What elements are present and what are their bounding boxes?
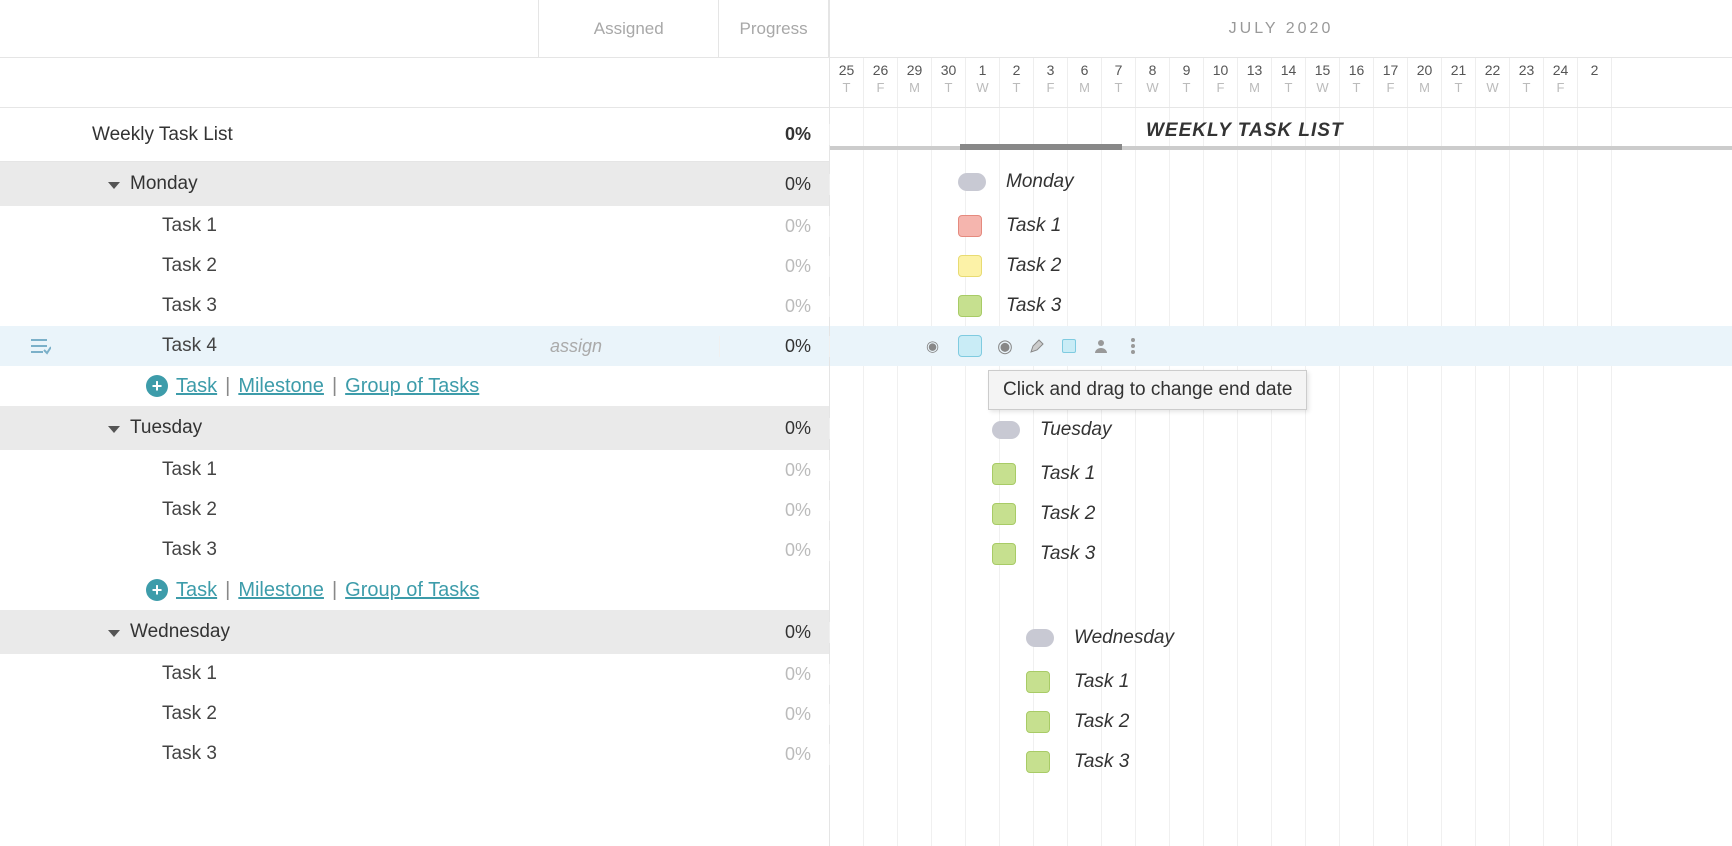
more-vertical-icon[interactable] bbox=[1124, 337, 1142, 355]
add-row: + Task | Milestone | Group of Tasks bbox=[0, 366, 829, 406]
add-group-link[interactable]: Group of Tasks bbox=[345, 375, 479, 398]
timeline-task[interactable]: Task 2 bbox=[830, 494, 1732, 534]
timeline-group-monday[interactable]: Monday bbox=[830, 162, 1732, 202]
day-column: 14T bbox=[1272, 58, 1306, 107]
plus-icon[interactable]: + bbox=[146, 579, 168, 601]
timeline-title-row: WEEKLY TASK LIST bbox=[830, 108, 1732, 162]
day-column: 3F bbox=[1034, 58, 1068, 107]
group-row-tuesday[interactable]: Tuesday 0% bbox=[0, 406, 829, 450]
task-row-selected[interactable]: Task 4 assign 0% bbox=[0, 326, 829, 366]
task-list-panel: Assigned Progress Weekly Task List 0% Mo… bbox=[0, 0, 830, 846]
task-checklist-icon bbox=[29, 337, 51, 355]
group-pill[interactable] bbox=[958, 173, 986, 191]
timeline-task[interactable]: Task 2 bbox=[830, 246, 1732, 286]
day-column: 1W bbox=[966, 58, 1000, 107]
group-row-wednesday[interactable]: Wednesday 0% bbox=[0, 610, 829, 654]
day-column: 20M bbox=[1408, 58, 1442, 107]
add-task-link[interactable]: Task bbox=[176, 375, 217, 398]
day-column: 8W bbox=[1136, 58, 1170, 107]
task-row[interactable]: Task 1 0% bbox=[0, 450, 829, 490]
timeline-days-header: 25T26F29M30T1W2T3F6M7T8W9T10F13M14T15W16… bbox=[830, 58, 1732, 108]
task-row[interactable]: Task 3 0% bbox=[0, 286, 829, 326]
timeline-month-label: JULY 2020 bbox=[830, 0, 1732, 58]
timeline-task[interactable]: Task 3 bbox=[830, 742, 1732, 782]
day-column: 26F bbox=[864, 58, 898, 107]
timeline-task[interactable]: Task 2 bbox=[830, 702, 1732, 742]
day-column: 24F bbox=[1544, 58, 1578, 107]
task-row[interactable]: Task 2 0% bbox=[0, 490, 829, 530]
timeline-task[interactable]: Task 1 bbox=[830, 662, 1732, 702]
timeline-group-wednesday[interactable]: Wednesday bbox=[830, 618, 1732, 658]
col-header-progress: Progress bbox=[719, 0, 829, 57]
chevron-down-icon[interactable] bbox=[108, 426, 120, 433]
task-row[interactable]: Task 2 0% bbox=[0, 246, 829, 286]
project-title: Weekly Task List bbox=[80, 124, 540, 146]
add-milestone-link[interactable]: Milestone bbox=[238, 375, 324, 398]
day-column: 10F bbox=[1204, 58, 1238, 107]
day-column: 2 bbox=[1578, 58, 1612, 107]
day-column: 25T bbox=[830, 58, 864, 107]
gantt-timeline[interactable]: JULY 2020 25T26F29M30T1W2T3F6M7T8W9T10F1… bbox=[830, 0, 1732, 846]
day-column: 30T bbox=[932, 58, 966, 107]
timeline-task[interactable]: Task 1 bbox=[830, 206, 1732, 246]
add-group-link[interactable]: Group of Tasks bbox=[345, 579, 479, 602]
task-row[interactable]: Task 1 0% bbox=[0, 654, 829, 694]
left-header: Assigned Progress bbox=[0, 0, 829, 58]
day-column: 22W bbox=[1476, 58, 1510, 107]
timeline-task[interactable]: Task 3 bbox=[830, 534, 1732, 574]
add-milestone-link[interactable]: Milestone bbox=[238, 579, 324, 602]
day-column: 17F bbox=[1374, 58, 1408, 107]
add-row: + Task | Milestone | Group of Tasks bbox=[0, 570, 829, 610]
plus-icon[interactable]: + bbox=[146, 375, 168, 397]
drag-start-handle-icon[interactable]: ◉ bbox=[926, 337, 939, 355]
day-column: 2T bbox=[1000, 58, 1034, 107]
color-swatch-icon[interactable] bbox=[1060, 337, 1078, 355]
task-row[interactable]: Task 3 0% bbox=[0, 734, 829, 774]
tooltip: Click and drag to change end date bbox=[988, 370, 1307, 410]
pencil-icon[interactable] bbox=[1028, 337, 1046, 355]
day-column: 15W bbox=[1306, 58, 1340, 107]
project-title-row[interactable]: Weekly Task List 0% bbox=[0, 108, 829, 162]
day-column: 29M bbox=[898, 58, 932, 107]
timeline-group-tuesday[interactable]: Tuesday bbox=[830, 410, 1732, 450]
task-row[interactable]: Task 1 0% bbox=[0, 206, 829, 246]
day-column: 13M bbox=[1238, 58, 1272, 107]
day-column: 9T bbox=[1170, 58, 1204, 107]
timeline-task-selected[interactable]: ◉ ◉ bbox=[830, 326, 1732, 366]
assign-input[interactable]: assign bbox=[540, 336, 720, 357]
day-column: 23T bbox=[1510, 58, 1544, 107]
day-column: 7T bbox=[1102, 58, 1136, 107]
group-row-monday[interactable]: Monday 0% bbox=[0, 162, 829, 206]
project-progress: 0% bbox=[720, 124, 830, 145]
day-column: 6M bbox=[1068, 58, 1102, 107]
person-icon[interactable] bbox=[1092, 337, 1110, 355]
timeline-task[interactable]: Task 3 bbox=[830, 286, 1732, 326]
timeline-task[interactable]: Task 1 bbox=[830, 454, 1732, 494]
chevron-down-icon[interactable] bbox=[108, 182, 120, 189]
day-column: 21T bbox=[1442, 58, 1476, 107]
col-header-assigned: Assigned bbox=[539, 0, 719, 57]
task-row[interactable]: Task 2 0% bbox=[0, 694, 829, 734]
chevron-down-icon[interactable] bbox=[108, 630, 120, 637]
add-task-link[interactable]: Task bbox=[176, 579, 217, 602]
drag-end-handle-icon[interactable]: ◉ bbox=[996, 337, 1014, 355]
task-row[interactable]: Task 3 0% bbox=[0, 530, 829, 570]
day-column: 16T bbox=[1340, 58, 1374, 107]
